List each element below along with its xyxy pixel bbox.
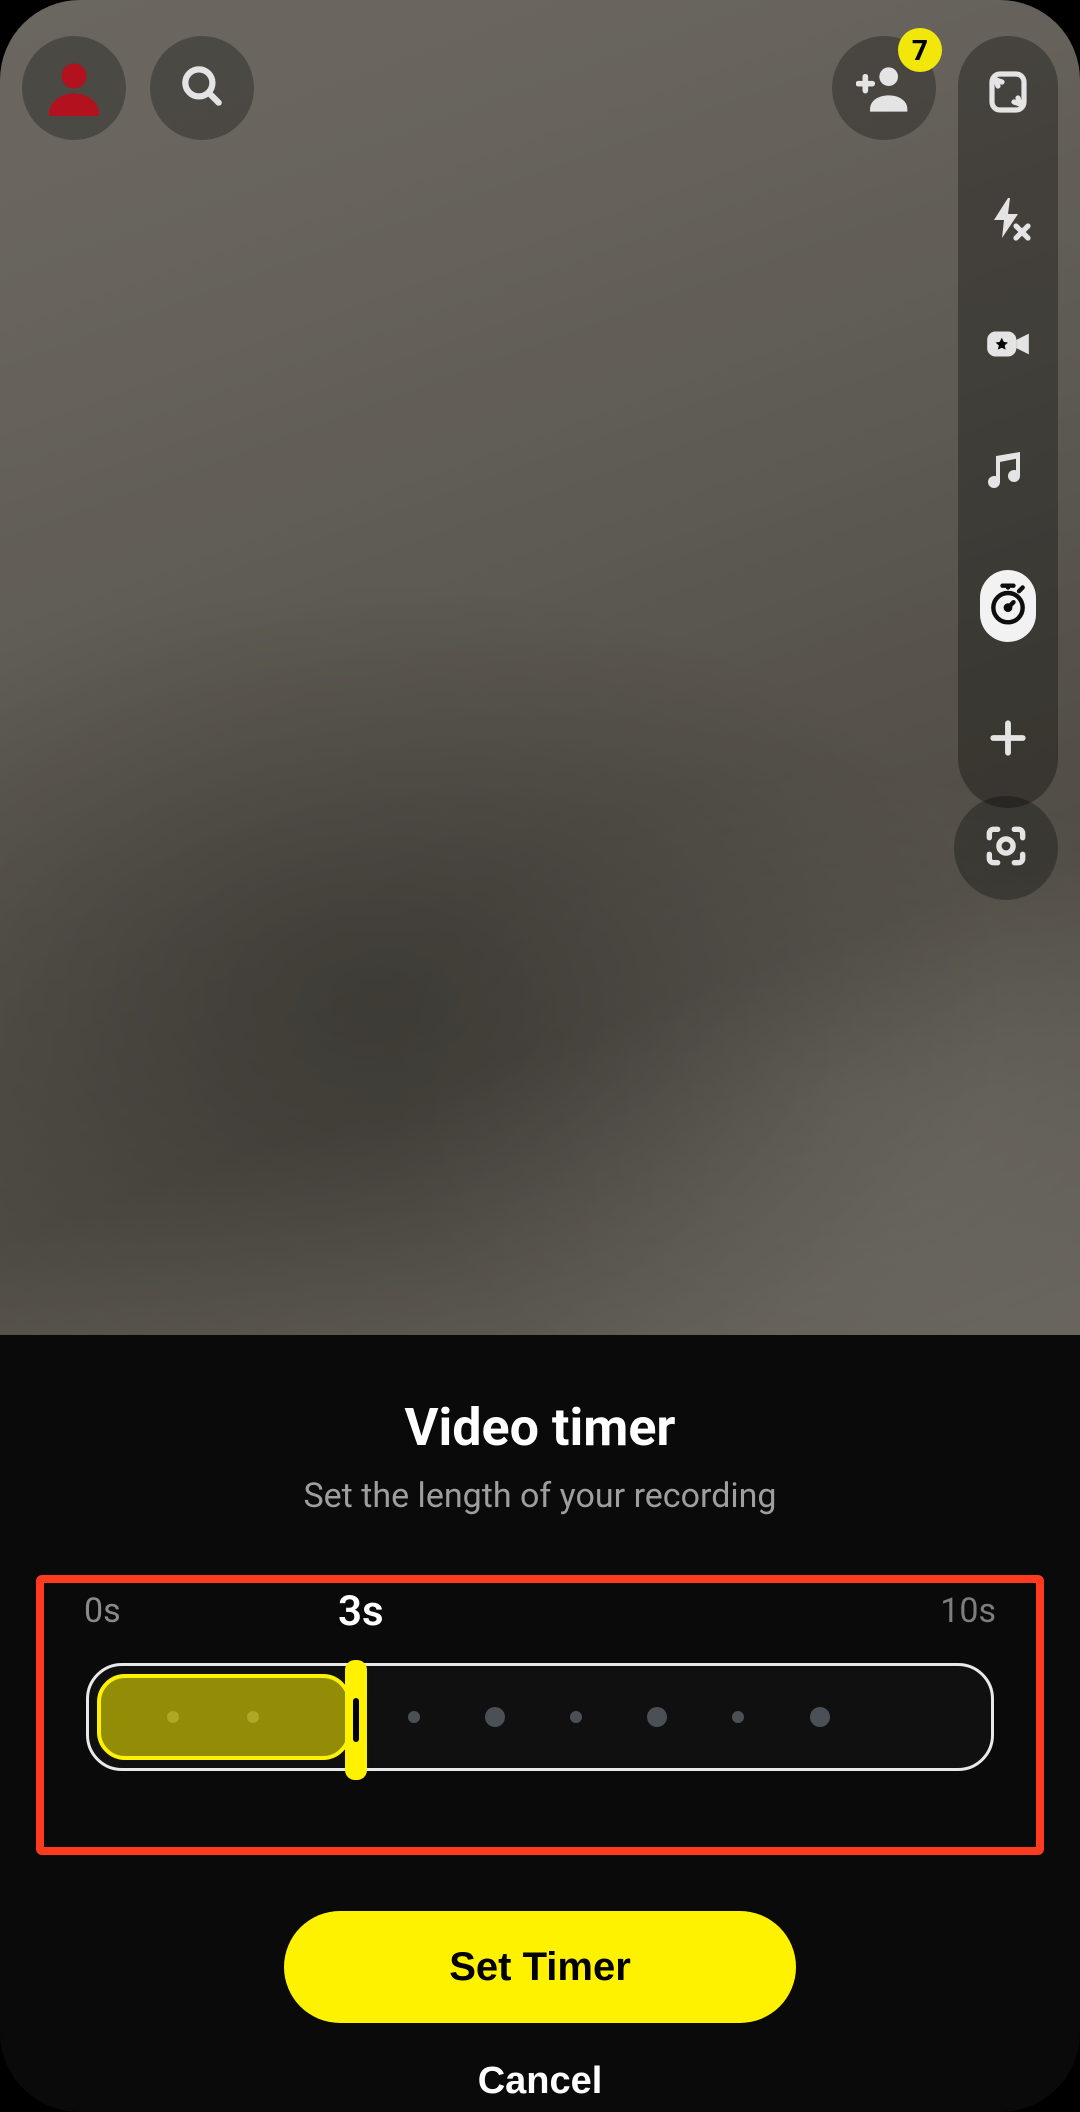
more-tools-button[interactable]: [980, 712, 1036, 768]
plus-icon: [986, 716, 1030, 764]
panel-title: Video timer: [0, 1397, 1080, 1458]
music-icon: [984, 446, 1032, 498]
cancel-label: Cancel: [478, 2060, 603, 2102]
slider-current-label: 3s: [338, 1587, 384, 1636]
slider-fill: [97, 1674, 351, 1760]
search-button[interactable]: [150, 36, 254, 140]
panel-subtitle: Set the length of your recording: [0, 1476, 1080, 1516]
flip-camera-icon: [984, 68, 1032, 120]
timer-tool-button[interactable]: [980, 570, 1036, 642]
add-friend-icon: [856, 58, 912, 118]
timer-active-indicator: [980, 570, 1036, 642]
friend-request-badge: 7: [898, 28, 942, 72]
profile-button[interactable]: [22, 36, 126, 140]
cancel-button[interactable]: Cancel: [472, 2059, 609, 2104]
badge-count: 7: [912, 34, 928, 67]
profile-icon: [44, 56, 104, 120]
flash-button[interactable]: [980, 192, 1036, 248]
music-button[interactable]: [980, 444, 1036, 500]
camera-viewfinder: 7: [0, 0, 1080, 1335]
video-effect-button[interactable]: [980, 318, 1036, 374]
top-right-controls: 7: [832, 36, 1058, 808]
video-effect-icon: [983, 319, 1033, 373]
search-icon: [177, 61, 227, 115]
set-timer-button[interactable]: Set Timer: [284, 1911, 796, 2023]
slider-handle[interactable]: [345, 1660, 367, 1780]
scan-icon: [981, 821, 1031, 875]
app-screen: 7: [0, 0, 1080, 2112]
video-timer-panel: Video timer Set the length of your recor…: [0, 1335, 1080, 2112]
flash-off-icon: [984, 194, 1032, 246]
slider-min-label: 0s: [84, 1591, 121, 1631]
scan-button[interactable]: [954, 796, 1058, 900]
stopwatch-icon: [986, 582, 1030, 630]
duration-slider[interactable]: [86, 1663, 994, 1771]
slider-max-label: 10s: [940, 1591, 996, 1631]
set-timer-label: Set Timer: [449, 1945, 631, 1990]
flip-camera-button[interactable]: [980, 66, 1036, 122]
add-friend-button[interactable]: 7: [832, 36, 936, 140]
camera-tool-column: [958, 36, 1058, 808]
top-left-controls: [22, 36, 254, 140]
slider-labels: 0s 3s 10s: [72, 1591, 1008, 1637]
